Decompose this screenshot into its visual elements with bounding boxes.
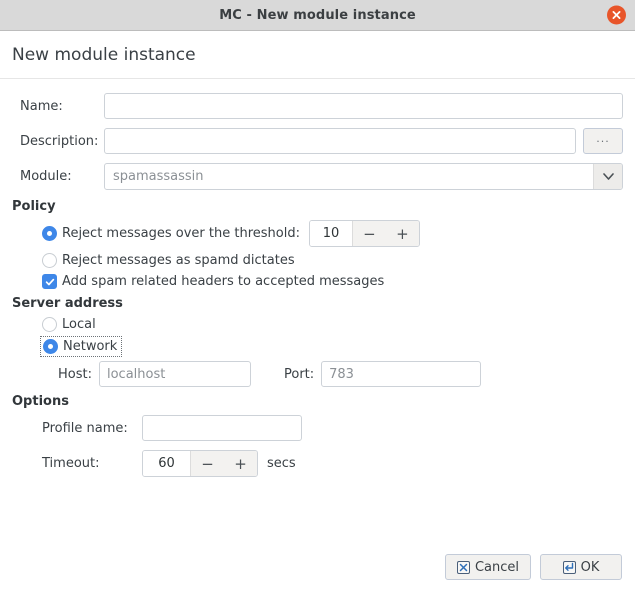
module-combobox-value: spamassassin [113, 169, 204, 184]
timeout-spinner-value[interactable]: 60 [143, 451, 190, 476]
host-input[interactable] [98, 361, 251, 387]
radio-server-local[interactable] [42, 317, 57, 332]
timeout-label: Timeout: [42, 456, 100, 471]
cancel-box-icon [456, 560, 470, 574]
module-label: Module: [20, 169, 72, 184]
policy-group-title: Policy [12, 199, 56, 214]
threshold-increment-button[interactable]: + [386, 221, 419, 246]
threshold-spinner-value[interactable]: 10 [309, 221, 352, 246]
profile-name-input[interactable] [142, 415, 302, 441]
timeout-increment-button[interactable]: + [224, 451, 257, 476]
cancel-button[interactable]: Cancel [444, 554, 531, 580]
checkbox-add-spam-headers-label[interactable]: Add spam related headers to accepted mes… [62, 274, 384, 289]
window-title: MC - New module instance [219, 7, 416, 23]
radio-reject-spamd[interactable] [42, 253, 57, 268]
policy-reject-threshold-row: Reject messages over the threshold: 10 −… [12, 220, 623, 247]
profile-name-row: Profile name: [12, 415, 623, 441]
radio-server-network-label[interactable]: Network [63, 339, 117, 354]
timeout-row: Timeout: 60 − + secs [12, 450, 623, 477]
description-row: Description: ... [12, 128, 623, 154]
chevron-down-icon[interactable] [593, 164, 622, 189]
ok-button-label: OK [580, 559, 600, 575]
timeout-units-label: secs [267, 456, 296, 471]
dialog-content: Name: Description: ... Module: spamassas… [0, 79, 635, 477]
profile-name-label: Profile name: [42, 420, 128, 436]
policy-reject-spamd-row: Reject messages as spamd dictates [12, 253, 623, 268]
port-label: Port: [283, 366, 315, 382]
name-input[interactable] [104, 93, 623, 119]
policy-add-headers-row: Add spam related headers to accepted mes… [12, 274, 623, 289]
chevron-down-glyph [602, 173, 614, 180]
timeout-decrement-button[interactable]: − [191, 451, 224, 476]
radio-reject-threshold[interactable] [42, 226, 57, 241]
close-x-glyph [612, 11, 621, 19]
enter-arrow-glyph [565, 562, 574, 571]
name-label: Name: [20, 98, 63, 114]
enter-key-icon [562, 560, 576, 574]
host-label: Host: [58, 366, 92, 382]
cancel-button-label: Cancel [474, 559, 519, 575]
checkbox-add-spam-headers[interactable] [42, 274, 57, 289]
check-icon [45, 278, 54, 285]
description-label: Description: [20, 133, 99, 149]
server-network-row: Network [12, 336, 623, 357]
threshold-spinner-buttons: − + [351, 221, 419, 246]
timeout-spinner-buttons: − + [190, 451, 257, 476]
radio-server-local-label[interactable]: Local [62, 317, 96, 332]
module-row: Module: spamassassin [12, 163, 623, 190]
radio-reject-threshold-label[interactable]: Reject messages over the threshold: [62, 226, 300, 241]
radio-reject-spamd-label[interactable]: Reject messages as spamd dictates [62, 253, 295, 268]
cancel-x-glyph [459, 563, 468, 571]
server-local-row: Local [12, 317, 623, 332]
timeout-spinner: 60 − + [142, 450, 258, 477]
dialog-footer: Cancel OK [0, 545, 635, 589]
description-browse-button[interactable]: ... [583, 128, 623, 154]
server-address-group-title: Server address [12, 296, 123, 311]
page-title: New module instance [12, 45, 196, 65]
host-port-row: Host: Port: [12, 361, 623, 387]
ok-button[interactable]: OK [540, 554, 622, 580]
description-input[interactable] [104, 128, 576, 154]
threshold-spinner: 10 − + [308, 220, 420, 247]
threshold-decrement-button[interactable]: − [353, 221, 386, 246]
port-input[interactable] [321, 361, 482, 387]
radio-server-network-focus-ring: Network [39, 336, 123, 357]
window-titlebar: MC - New module instance [0, 0, 635, 31]
radio-server-network[interactable] [43, 339, 58, 354]
close-circle-icon[interactable] [607, 5, 626, 25]
options-group-title: Options [12, 394, 69, 409]
page-header: New module instance [0, 31, 635, 79]
module-combobox[interactable]: spamassassin [104, 163, 623, 190]
name-row: Name: [12, 93, 623, 119]
